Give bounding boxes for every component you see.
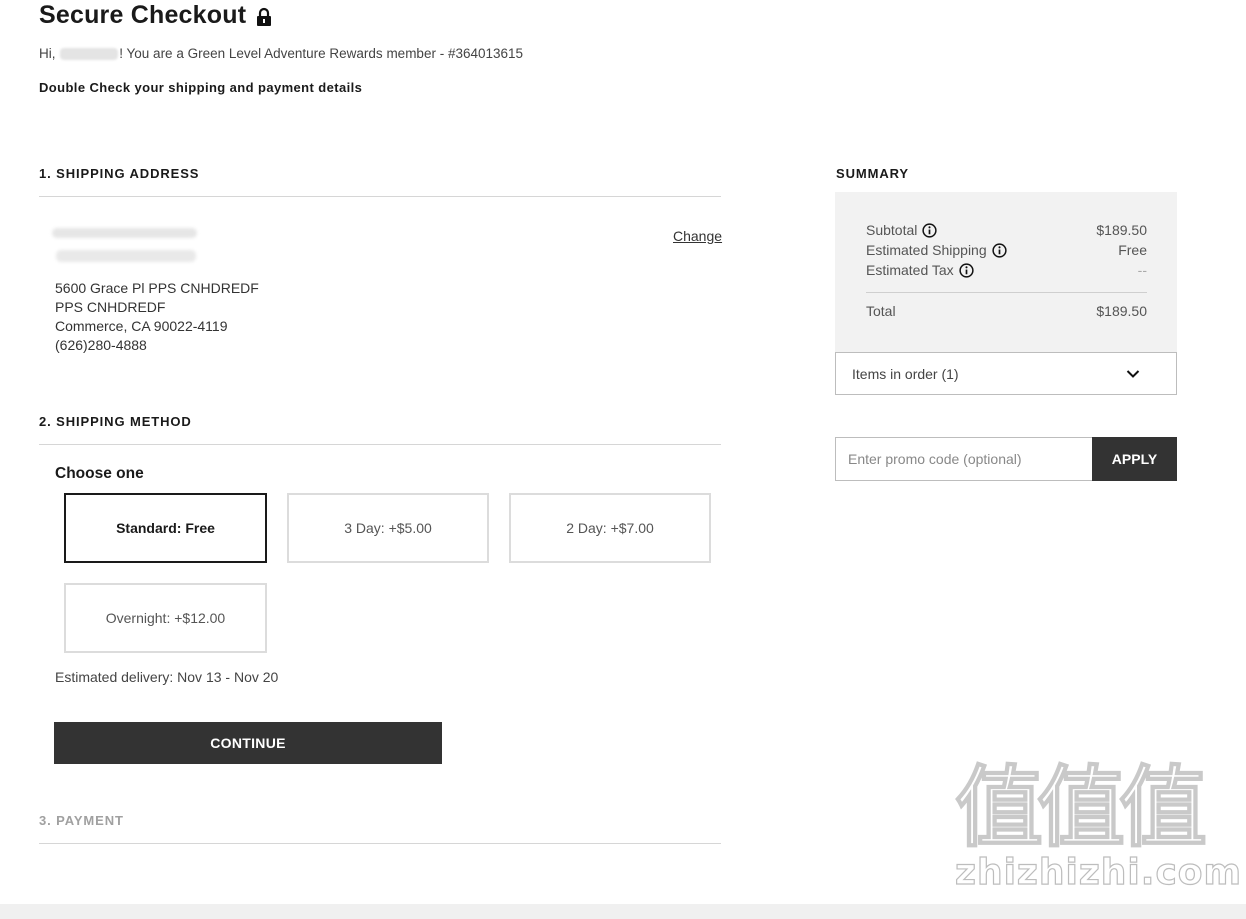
- watermark-text: zhizhizhi.com: [954, 851, 1243, 893]
- address-line: Commerce, CA 90022-4119: [55, 318, 228, 334]
- lock-icon: [256, 5, 272, 26]
- subtotal-label: Subtotal: [866, 222, 918, 238]
- address-block: 5600 Grace Pl PPS CNHDREDF PPS CNHDREDF …: [55, 279, 259, 355]
- shipping-method-heading: 2. SHIPPING METHOD: [39, 414, 192, 429]
- shipping-option-standard[interactable]: Standard: Free: [64, 493, 267, 563]
- info-icon[interactable]: [959, 262, 974, 278]
- summary-heading: SUMMARY: [836, 166, 909, 181]
- apply-promo-button[interactable]: APPLY: [1092, 437, 1177, 481]
- redacted-recipient-line: [56, 250, 196, 262]
- estimated-delivery: Estimated delivery: Nov 13 - Nov 20: [55, 669, 279, 685]
- watermark-glyphs: 值值值: [954, 756, 1208, 859]
- total-label: Total: [866, 303, 896, 319]
- greeting-suffix: ! You are a Green Level Adventure Reward…: [119, 46, 524, 61]
- checkout-subhead: Double Check your shipping and payment d…: [39, 80, 363, 95]
- shipping-option-2day[interactable]: 2 Day: +$7.00: [509, 493, 711, 563]
- redacted-name: [60, 48, 119, 61]
- bottom-bar: [0, 904, 1246, 919]
- page-title-text: Secure Checkout: [39, 1, 247, 29]
- tax-row: Estimated Tax --: [866, 262, 1147, 278]
- watermark: 值值值 zhizhizhi.com: [954, 756, 1243, 894]
- estimated-tax-value: --: [1137, 262, 1147, 278]
- estimated-shipping-value: Free: [1118, 242, 1147, 258]
- greeting-prefix: Hi,: [39, 46, 56, 61]
- subtotal-value: $189.50: [1096, 222, 1147, 238]
- items-in-order-label: Items in order (1): [852, 365, 959, 382]
- change-address-link[interactable]: Change: [673, 228, 722, 244]
- payment-heading[interactable]: 3. PAYMENT: [39, 813, 124, 828]
- summary-divider: [866, 292, 1147, 293]
- total-value: $189.50: [1096, 303, 1147, 319]
- address-line: PPS CNHDREDF: [55, 299, 166, 315]
- member-greeting: Hi, ! You are a Green Level Adventure Re…: [39, 46, 523, 61]
- estimated-tax-label: Estimated Tax: [866, 262, 954, 278]
- order-summary: Subtotal $189.50 Estimated Shipping Free…: [835, 192, 1177, 352]
- info-icon[interactable]: [992, 242, 1007, 258]
- section-divider: [39, 444, 721, 445]
- address-line: 5600 Grace Pl PPS CNHDREDF: [55, 280, 259, 296]
- estimated-shipping-label: Estimated Shipping: [866, 242, 987, 258]
- section-divider: [39, 843, 721, 844]
- continue-button[interactable]: CONTINUE: [54, 722, 442, 764]
- shipping-row: Estimated Shipping Free: [866, 242, 1147, 258]
- total-row: Total $189.50: [866, 303, 1147, 319]
- address-phone: (626)280-4888: [55, 337, 147, 353]
- info-icon[interactable]: [922, 222, 938, 238]
- shipping-address-heading: 1. SHIPPING ADDRESS: [39, 166, 200, 181]
- page-title: Secure Checkout: [39, 1, 272, 30]
- promo-code-input[interactable]: [835, 437, 1093, 481]
- section-divider: [39, 196, 721, 197]
- chevron-down-icon: [1126, 369, 1140, 378]
- shipping-option-overnight[interactable]: Overnight: +$12.00: [64, 583, 267, 653]
- shipping-option-3day[interactable]: 3 Day: +$5.00: [287, 493, 489, 563]
- items-in-order-toggle[interactable]: Items in order (1): [835, 352, 1177, 395]
- subtotal-row: Subtotal $189.50: [866, 222, 1147, 238]
- choose-one-label: Choose one: [55, 465, 144, 482]
- redacted-recipient-name: [52, 228, 197, 238]
